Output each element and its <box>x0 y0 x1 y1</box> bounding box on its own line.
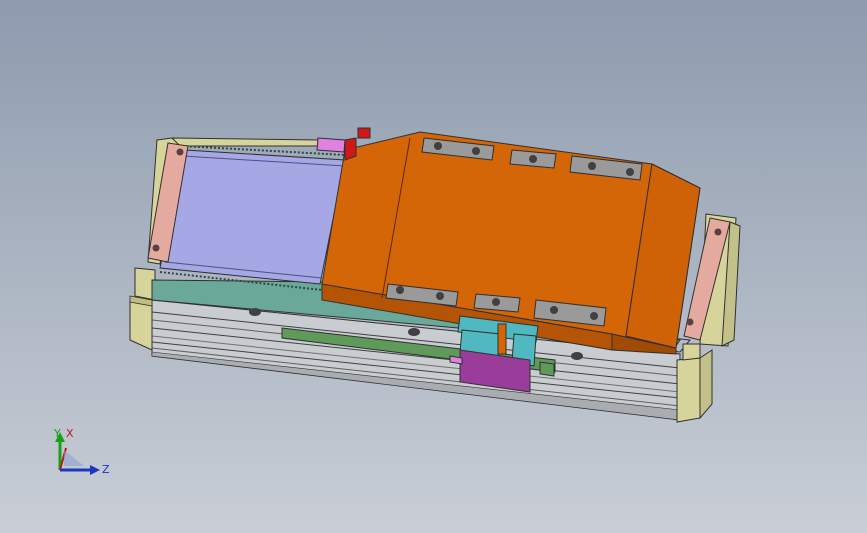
triad-plane <box>64 450 84 466</box>
right-end-block <box>676 343 713 423</box>
x-axis-label: X <box>66 427 74 440</box>
z-axis-arrow <box>90 465 100 475</box>
left-end-block <box>129 267 156 351</box>
linear-module-model[interactable] <box>0 0 867 533</box>
y-axis-label: Y <box>54 427 61 440</box>
graphics-viewport[interactable]: Y X Z <box>0 0 867 533</box>
lavender-cover <box>159 145 346 291</box>
z-axis-label: Z <box>102 463 110 476</box>
orientation-triad[interactable]: Y X Z <box>40 420 130 490</box>
